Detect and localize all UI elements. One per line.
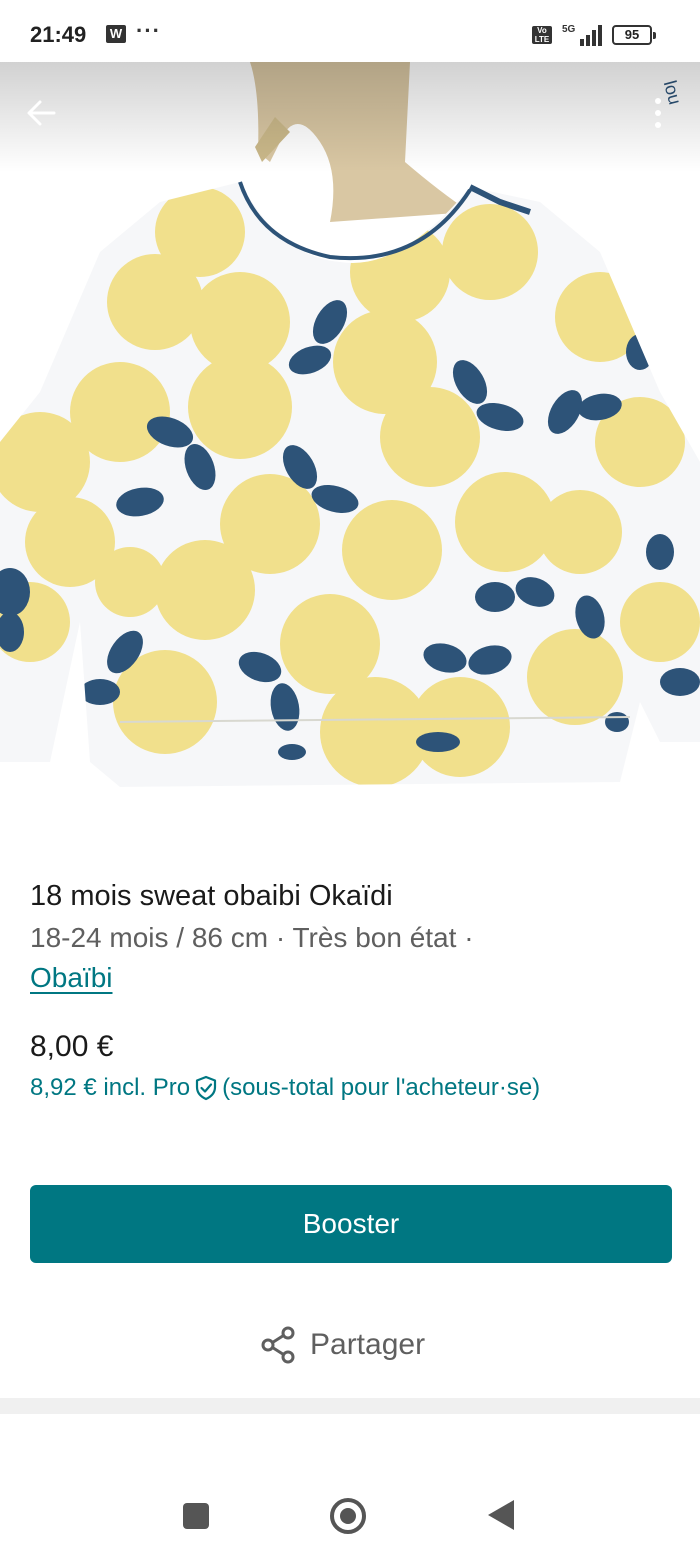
svg-text:5G: 5G [562, 24, 576, 35]
back-triangle-icon[interactable] [488, 1500, 514, 1530]
arrow-left-icon[interactable] [18, 90, 64, 136]
booster-button[interactable]: Booster [30, 1185, 672, 1263]
signal-icon: 5G [562, 24, 602, 46]
share-icon [261, 1326, 295, 1364]
share-label: Partager [310, 1328, 426, 1361]
status-bar: 21:49 W ··· Vo LTE 5G 95 [0, 0, 700, 70]
sweater-image: lou [0, 62, 700, 787]
status-time: 21:49 [30, 22, 87, 47]
price-note: (sous-total pour l'acheteur·se) [222, 1074, 541, 1101]
brand-link[interactable]: Obaïbi [30, 962, 113, 994]
product-title: 18 mois sweat obaibi Okaïdi [30, 880, 393, 912]
product-price: 8,00 € [30, 1030, 114, 1063]
system-nav-bar [0, 1414, 700, 1556]
app-notification-icon: W [106, 25, 126, 43]
shield-check-icon [195, 1075, 217, 1101]
price-incl-text: 8,92 € incl. Pro [30, 1074, 191, 1101]
volte-icon: Vo LTE [532, 26, 552, 44]
share-button[interactable]: Partager [260, 1324, 425, 1366]
price-with-protection[interactable]: 8,92 € incl. Pro (sous-total pour l'ache… [30, 1074, 540, 1102]
recent-apps-icon[interactable] [183, 1503, 209, 1529]
battery-icon: 95 [612, 25, 656, 45]
product-details: 18-24 mois / 86 cm · Très bon état · [30, 922, 474, 953]
photo-top-shade [0, 62, 700, 172]
section-divider [0, 1398, 700, 1414]
more-vertical-icon[interactable] [638, 90, 678, 136]
product-photo[interactable]: lou [0, 62, 700, 840]
more-notifications-icon: ··· [136, 18, 161, 43]
home-icon[interactable] [330, 1498, 366, 1534]
